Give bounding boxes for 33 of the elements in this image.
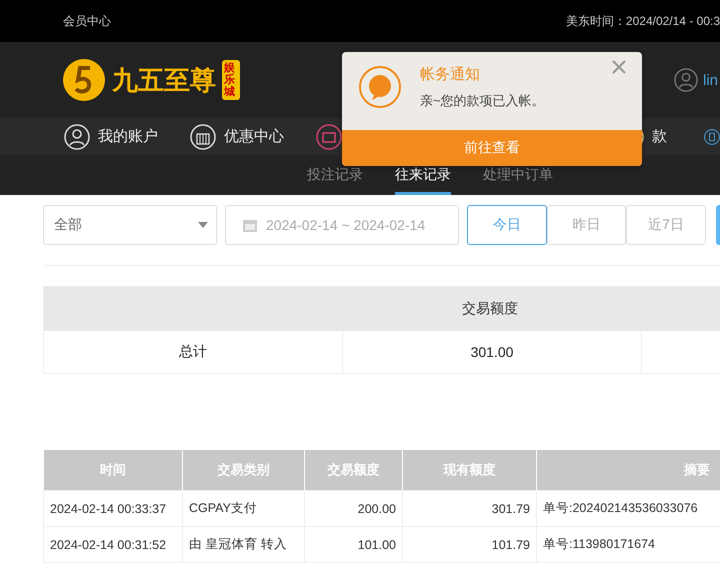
- caret-icon: [198, 222, 208, 228]
- nav-item[interactable]: 优惠中心: [190, 124, 290, 150]
- person-icon: [64, 124, 90, 150]
- table-cell: 2024-02-14 00:33:37: [44, 490, 182, 526]
- user-icon: [674, 68, 698, 92]
- date-range-button[interactable]: 昨日: [547, 205, 626, 245]
- table-cell: 单号:202402143536033076: [536, 490, 720, 526]
- date-range-button[interactable]: 今日: [467, 205, 547, 245]
- table-cell: CGPAY支付: [182, 490, 304, 526]
- notification-message: 亲~您的款项已入帐。: [420, 92, 545, 110]
- notification-title: 帐务通知: [420, 65, 481, 84]
- logo-text: 九五至尊: [112, 64, 216, 98]
- table-cell: 101.79: [402, 526, 536, 562]
- table-cell: 101.00: [304, 526, 402, 562]
- logo-icon: [62, 58, 106, 102]
- summary-value: 301.00: [343, 331, 642, 373]
- table-cell: 由 皇冠体育 转入: [182, 526, 304, 562]
- table-cell: 200.00: [304, 490, 402, 526]
- username[interactable]: lin: [702, 72, 718, 88]
- nav-item[interactable]: 我的账户: [64, 124, 164, 150]
- summary-label: 总计: [44, 331, 343, 373]
- type-select[interactable]: 全部: [43, 205, 217, 245]
- member-center-title: 会员中心: [63, 12, 111, 30]
- date-range-button[interactable]: 近7日: [626, 205, 706, 245]
- eastern-time: 美东时间：2024/02/14 - 00:3: [566, 12, 720, 30]
- summary-header: 交易额度: [462, 300, 518, 318]
- wallet-icon: [316, 124, 342, 150]
- view-button[interactable]: 前往查看: [342, 130, 642, 166]
- date-range-field[interactable]: 2024-02-14 ~ 2024-02-14: [225, 205, 459, 245]
- logo-badge: 娱乐城: [222, 60, 240, 100]
- table-cell: 2024-02-14 00:31:52: [44, 526, 182, 562]
- table-cell: 301.79: [402, 490, 536, 526]
- calendar-icon: [242, 217, 258, 233]
